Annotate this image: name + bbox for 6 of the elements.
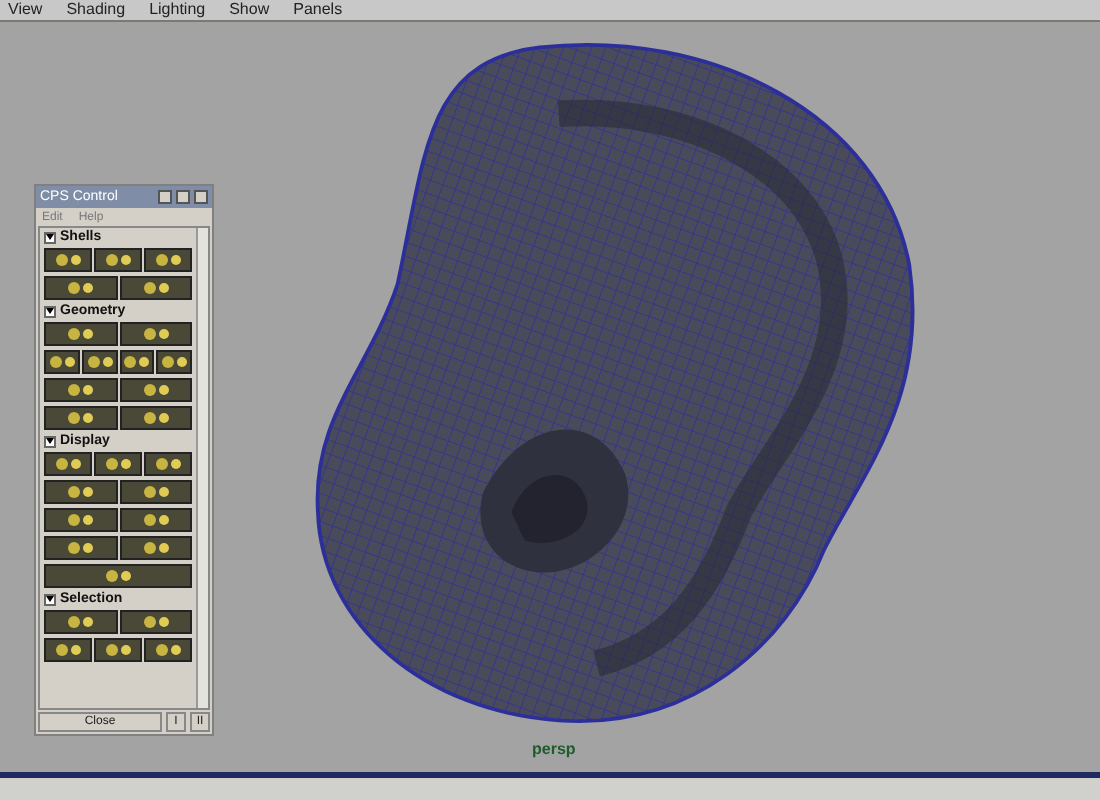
menu-item[interactable]: Lighting	[149, 2, 206, 18]
menu-item[interactable]: Panels	[293, 2, 343, 18]
menu-item[interactable]: Show	[229, 2, 270, 18]
menu-item[interactable]: Shading	[66, 2, 126, 18]
menu-item[interactable]: View	[8, 2, 43, 18]
camera-label: persp	[532, 742, 576, 758]
